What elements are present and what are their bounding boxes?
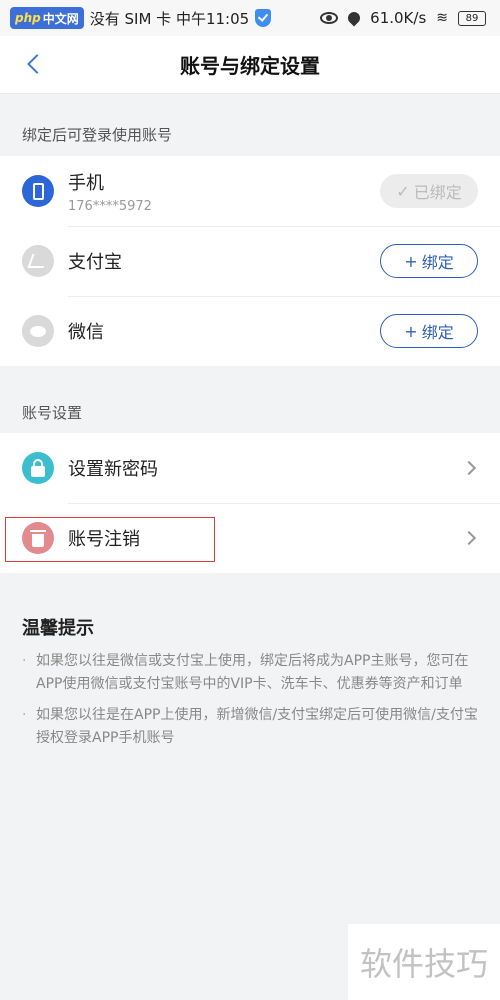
row-delete-account[interactable]: 账号注销 [0,503,500,573]
bind-alipay-button[interactable]: + 绑定 [380,244,478,278]
tips-title: 温馨提示 [22,618,94,639]
section-header-bind: 绑定后可登录使用账号 [22,126,173,144]
watermark: 软件技巧 [348,924,500,1000]
row-phone[interactable]: 手机 176****5972 ✓ 已绑定 [0,156,500,226]
site-logo: php 中文网 [10,7,84,29]
status-bar: php 中文网 没有 SIM 卡 中午11:05 61.0K/s ≋ 89 [0,0,500,36]
check-icon: ✓ [396,181,410,201]
tips-section: 温馨提示 如果您以往是微信或支付宝上使用，绑定后将成为APP主账号，您可在APP… [22,614,482,758]
chevron-left-icon [27,54,47,74]
site-logo-cn: 中文网 [42,11,79,26]
bind-wechat-label: 绑定 [421,323,454,342]
lock-icon [22,452,54,484]
wechat-icon [22,315,54,347]
tip-item: 如果您以往是在APP上使用，新增微信/支付宝绑定后可使用微信/支付宝授权登录AP… [22,704,482,750]
row-set-password[interactable]: 设置新密码 [0,433,500,503]
site-logo-php: php [15,11,41,25]
bound-status-text: 已绑定 [413,183,462,202]
account-card: 设置新密码 账号注销 [0,433,500,573]
nav-bar: 账号与绑定设置 [0,36,500,94]
bind-wechat-button[interactable]: + 绑定 [380,314,478,348]
page-title: 账号与绑定设置 [180,54,320,78]
plus-icon: + [404,251,418,271]
eye-icon [320,12,339,24]
net-speed: 61.0K/s [370,9,427,27]
status-left: php 中文网 没有 SIM 卡 中午11:05 [10,7,320,29]
wifi-icon: ≋ [436,10,448,26]
trash-icon [22,522,54,554]
tip-item: 如果您以往是微信或支付宝上使用，绑定后将成为APP主账号，您可在APP使用微信或… [22,650,482,696]
bind-card: 手机 176****5972 ✓ 已绑定 支付宝 + 绑定 微信 + 绑定 [0,156,500,366]
set-password-label: 设置新密码 [68,459,158,480]
phone-icon [22,175,54,207]
alipay-icon [22,245,54,277]
section-header-account: 账号设置 [22,404,83,422]
row-wechat[interactable]: 微信 + 绑定 [0,296,500,366]
bound-status-badge: ✓ 已绑定 [380,174,478,208]
status-right: 61.0K/s ≋ 89 [320,9,486,27]
location-icon [345,9,363,27]
row-alipay[interactable]: 支付宝 + 绑定 [0,226,500,296]
shield-icon [255,9,272,27]
delete-account-label: 账号注销 [68,529,140,550]
carrier-time: 没有 SIM 卡 中午11:05 [89,9,250,28]
battery-icon: 89 [458,10,486,26]
plus-icon: + [404,321,418,341]
back-button[interactable] [22,53,47,77]
bind-alipay-label: 绑定 [421,253,454,272]
